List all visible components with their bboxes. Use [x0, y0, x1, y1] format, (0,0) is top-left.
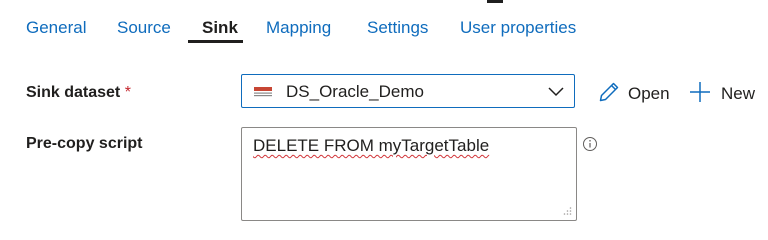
required-marker: *	[124, 84, 131, 101]
chevron-down-icon[interactable]	[548, 85, 564, 97]
plus-icon	[690, 82, 710, 102]
tab-source[interactable]: Source	[117, 18, 171, 38]
pre-copy-script-label: Pre-copy script	[26, 135, 143, 152]
pencil-icon	[599, 82, 619, 102]
resize-grip-icon[interactable]	[562, 206, 572, 216]
tab-sink[interactable]: Sink	[202, 18, 238, 38]
oracle-database-icon	[254, 87, 272, 97]
pre-copy-script-value: DELETE FROM myTargetTable	[253, 136, 490, 155]
pre-copy-script-textarea[interactable]: DELETE FROM myTargetTable	[241, 127, 577, 221]
info-icon[interactable]	[582, 136, 598, 152]
open-button[interactable]: Open	[597, 80, 670, 106]
tab-settings[interactable]: Settings	[367, 18, 428, 38]
sink-dataset-label-text: Sink dataset	[26, 84, 121, 101]
sink-dataset-label: Sink dataset *	[26, 84, 131, 102]
new-label: New	[721, 84, 756, 103]
tab-mapping[interactable]: Mapping	[266, 18, 331, 38]
active-tab-indicator	[188, 40, 243, 43]
sink-dataset-value: DS_Oracle_Demo	[286, 82, 424, 101]
open-label: Open	[628, 84, 670, 103]
new-button[interactable]: New	[688, 80, 756, 106]
sink-dataset-select[interactable]: DS_Oracle_Demo	[241, 74, 575, 108]
top-edge-marker	[487, 0, 503, 3]
tab-user-properties[interactable]: User properties	[460, 18, 576, 38]
tab-general[interactable]: General	[26, 18, 86, 38]
